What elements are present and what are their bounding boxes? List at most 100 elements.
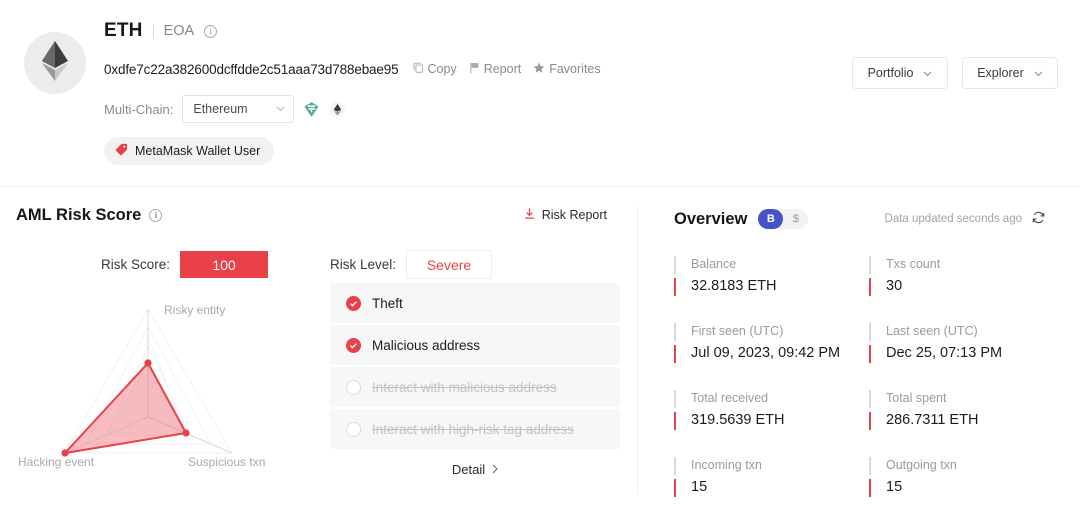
aml-body: Risky entity Hacking event Suspicious tx…: [0, 283, 637, 483]
stat-bar: [869, 457, 871, 501]
stat-value: 32.8183 ETH: [691, 278, 777, 294]
favorites-label: Favorites: [549, 62, 601, 76]
flag-icon: [469, 62, 480, 77]
aml-header: AML Risk Score i Risk Report: [0, 196, 637, 236]
metamask-tag-label: MetaMask Wallet User: [135, 144, 261, 158]
chevron-right-icon: [492, 462, 498, 477]
toggle-option-btc[interactable]: B: [758, 209, 784, 229]
info-icon[interactable]: i: [204, 24, 218, 38]
stat-label: Total spent: [886, 391, 947, 405]
chevron-down-icon: [1034, 66, 1043, 80]
tether-icon[interactable]: [303, 101, 320, 118]
title-separator: [152, 23, 154, 39]
stat-outgoing-txn: Outgoing txn 15: [869, 455, 1064, 498]
overview-stats: Balance 32.8183 ETH Txs count 30 First s…: [674, 254, 1064, 513]
stat-value: 286.7311 ETH: [886, 412, 979, 428]
risk-flag-interact-malicious-address[interactable]: Interact with malicious address: [330, 367, 620, 407]
page-root: ETH EOA i 0xdfe7c22a382600dcffdde2c51aaa…: [0, 0, 1080, 513]
risk-report-label: Risk Report: [541, 208, 607, 222]
risk-flag-label: Interact with high-risk tag address: [372, 421, 574, 437]
page-title: AML Risk Score: [16, 206, 142, 224]
risk-flag-label: Malicious address: [372, 337, 481, 353]
stat-bar: [674, 256, 676, 300]
report-label: Report: [483, 62, 522, 76]
risk-flag-malicious-address[interactable]: Malicious address: [330, 325, 620, 365]
stat-value: 15: [691, 479, 708, 495]
multichain-label: Multi-Chain:: [104, 101, 174, 117]
account-type-label: EOA: [163, 23, 195, 39]
aml-title-group: AML Risk Score i: [16, 206, 163, 225]
portfolio-label: Portfolio: [867, 66, 914, 80]
risk-score-label: Risk Score:: [100, 257, 170, 272]
stat-bar: [869, 323, 871, 367]
check-circle-icon: [346, 337, 361, 353]
copy-icon: [413, 62, 424, 76]
copy-button[interactable]: Copy: [413, 62, 457, 76]
stat-txs-count: Txs count 30: [869, 254, 1064, 297]
stat-incoming-txn: Incoming txn 15: [674, 455, 869, 498]
stat-label: Total received: [691, 391, 769, 405]
risk-flag-list: Theft Malicious address Interact with ma…: [330, 283, 630, 483]
stat-label: Last seen (UTC): [886, 324, 978, 338]
chevron-down-icon: [276, 104, 285, 115]
stat-bar: [869, 256, 871, 300]
stat-value: 319.5639 ETH: [691, 412, 785, 428]
stat-value: 30: [886, 278, 903, 294]
stat-total-received: Total received 319.5639 ETH: [674, 388, 869, 431]
detail-label: Detail: [451, 462, 486, 477]
risk-flag-interact-high-risk-tag-address[interactable]: Interact with high-risk tag address: [330, 409, 620, 449]
tag-icon: [115, 143, 128, 159]
overview-panel: Overview B $ Data updated seconds ago Ba…: [638, 196, 1080, 513]
empty-circle-icon: [346, 379, 361, 395]
account-title-row: ETH EOA i: [104, 18, 1056, 44]
check-circle-icon: [346, 295, 361, 311]
favorites-button[interactable]: Favorites: [533, 62, 601, 77]
overview-title: Overview: [674, 209, 748, 228]
stat-label: First seen (UTC): [691, 324, 784, 338]
chevron-down-icon: [923, 66, 932, 80]
header-buttons: Portfolio Explorer: [852, 57, 1058, 89]
token-symbol: ETH: [104, 20, 143, 41]
portfolio-button[interactable]: Portfolio: [852, 57, 948, 89]
ethereum-icon[interactable]: [329, 101, 346, 118]
radar-label-suspicious-txn: Suspicious txn: [188, 455, 266, 469]
data-updated-text: Data updated seconds ago: [884, 213, 1022, 225]
toggle-option-usd[interactable]: $: [783, 209, 808, 229]
overview-header: Overview B $ Data updated seconds ago: [674, 206, 1064, 232]
stat-first-seen: First seen (UTC) Jul 09, 2023, 09:42 PM: [674, 321, 869, 364]
stat-last-seen: Last seen (UTC) Dec 25, 07:13 PM: [869, 321, 1064, 364]
risk-flag-theft[interactable]: Theft: [330, 283, 620, 323]
score-row: Risk Score: 100 Risk Level: Severe: [0, 250, 637, 279]
radar-series-risk-profile: [61, 359, 190, 457]
detail-link[interactable]: Detail: [330, 462, 620, 477]
refresh-icon[interactable]: [1031, 210, 1046, 228]
metamask-tag[interactable]: MetaMask Wallet User: [104, 137, 275, 165]
download-icon: [523, 207, 536, 223]
risk-radar-chart: Risky entity Hacking event Suspicious tx…: [0, 283, 330, 483]
account-header: ETH EOA i 0xdfe7c22a382600dcffdde2c51aaa…: [0, 0, 1080, 182]
report-button[interactable]: Report: [469, 62, 522, 77]
tag-row: MetaMask Wallet User: [104, 137, 1056, 165]
header-divider: [0, 186, 1080, 187]
explorer-button[interactable]: Explorer: [962, 57, 1058, 89]
stat-label: Txs count: [886, 257, 941, 271]
copy-label: Copy: [427, 62, 457, 76]
star-icon: [533, 62, 545, 77]
risk-level-group: Risk Level: Severe: [330, 250, 493, 279]
risk-score-value: 100: [180, 251, 268, 278]
chain-select[interactable]: Ethereum: [182, 95, 295, 123]
risk-flag-label: Interact with malicious address: [372, 379, 557, 395]
info-icon[interactable]: i: [149, 209, 163, 222]
account-info: ETH EOA i 0xdfe7c22a382600dcffdde2c51aaa…: [104, 18, 1056, 165]
stat-bar: [674, 323, 676, 367]
risk-report-button[interactable]: Risk Report: [523, 207, 607, 223]
data-updated-group: Data updated seconds ago: [885, 210, 1046, 228]
risk-score-group: Risk Score: 100: [0, 251, 330, 278]
currency-toggle[interactable]: B $: [758, 209, 809, 229]
stat-bar: [674, 457, 676, 501]
ethereum-logo-icon: [42, 40, 68, 86]
stat-total-spent: Total spent 286.7311 ETH: [869, 388, 1064, 431]
stat-label: Balance: [691, 257, 737, 271]
wallet-address[interactable]: 0xdfe7c22a382600dcffdde2c51aaa73d788ebae…: [104, 62, 399, 77]
avatar: [24, 32, 86, 94]
